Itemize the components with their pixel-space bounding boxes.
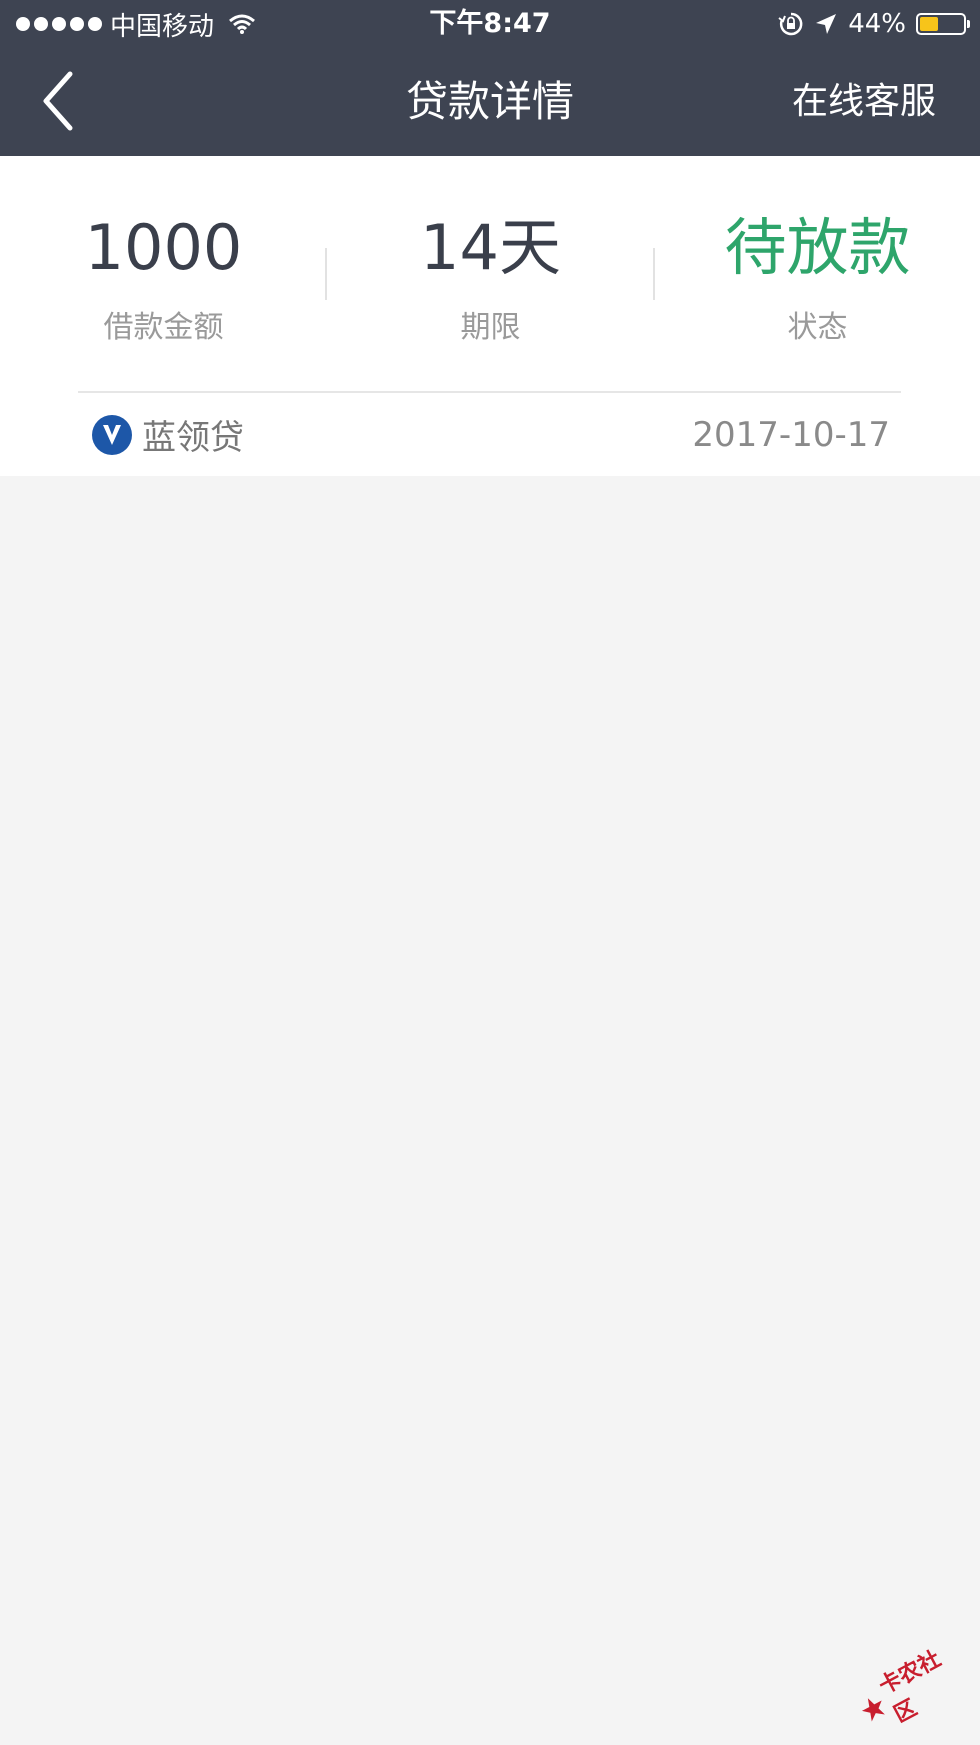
loan-amount-label: 借款金额 [103,310,224,345]
battery-fill [920,17,938,31]
navigation-bar: 贷款详情 在线客服 [0,48,980,156]
loan-term-value: 14天 [420,211,561,284]
loan-summary-card: 1000 借款金额 14天 期限 待放款 状态 蓝领贷 2017-10-17 [0,156,980,476]
location-arrow-icon [816,14,837,34]
battery-percent: 44% [848,9,906,39]
online-service-button[interactable]: 在线客服 [792,48,936,156]
status-bar-right: 44% [778,0,970,48]
loan-status-value: 待放款 [724,211,911,284]
status-bar: 中国移动 下午8:47 44% [0,0,980,48]
loan-amount-value: 1000 [84,211,243,284]
battery-icon [916,13,970,35]
orientation-lock-icon [778,12,803,36]
loan-term-stat: 14天 期限 [327,206,654,346]
watermark: 卡农社区 [846,1631,976,1744]
loan-date: 2017-10-17 [692,414,890,455]
lender-name: 蓝领贷 [142,418,244,458]
loan-status-label: 状态 [787,310,848,345]
loan-amount-stat: 1000 借款金额 [0,206,327,346]
lender-logo-icon [92,414,132,455]
lender-row: 蓝领贷 2017-10-17 [78,393,890,476]
loan-term-label: 期限 [460,310,521,345]
loan-status-stat: 待放款 状态 [654,206,980,346]
